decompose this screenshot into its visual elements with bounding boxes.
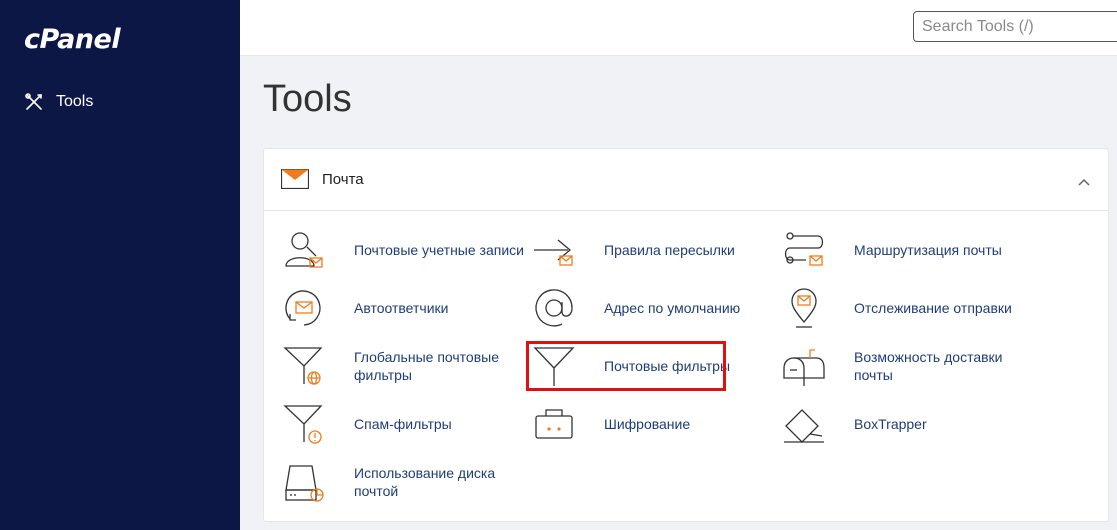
envelope-icon (280, 168, 310, 194)
tool-default-address[interactable]: Адрес по умолчанию (531, 285, 740, 331)
sidebar: cPanel Tools (0, 0, 240, 530)
email-accounts-icon (281, 227, 327, 273)
tools-icon (24, 92, 44, 112)
page-title: Tools (263, 78, 352, 120)
tool-label: Правила пересылки (604, 242, 735, 258)
mailbox-icon (781, 343, 827, 389)
tool-email-accounts[interactable]: Почтовые учетные записи (281, 227, 524, 273)
tool-spam-filters[interactable]: Спам-фильтры (281, 401, 452, 447)
autoresponders-icon (281, 285, 327, 331)
tool-autoresponders[interactable]: Автоответчики (281, 285, 448, 331)
tool-label: Маршрутизация почты (854, 242, 1002, 258)
sidebar-item-label: Tools (56, 93, 94, 110)
track-delivery-icon (781, 285, 827, 331)
tool-label: Возможность доставки почты (854, 349, 1003, 383)
sidebar-item-tools[interactable]: Tools (24, 92, 93, 112)
tool-track-delivery[interactable]: Отслеживание отправки (781, 285, 1012, 331)
global-filter-icon (281, 343, 327, 389)
cpanel-logo[interactable]: cPanel (24, 24, 121, 55)
boxtrapper-icon (781, 401, 827, 447)
tool-email-disk-usage[interactable]: Использование диска почтой (281, 459, 534, 505)
tool-email-filters[interactable]: Почтовые фильтры (531, 343, 730, 389)
tool-label: Адрес по умолчанию (604, 300, 741, 316)
disk-usage-icon (281, 459, 327, 505)
search-tools-input[interactable] (913, 11, 1117, 42)
tool-label: Шифрование (604, 416, 691, 432)
email-filter-icon (531, 343, 577, 389)
spam-filter-icon (281, 401, 327, 447)
tool-label: Спам-фильтры (354, 416, 452, 432)
top-bar (240, 0, 1117, 56)
at-sign-icon (531, 285, 577, 331)
tool-email-routing[interactable]: Маршрутизация почты (781, 227, 1002, 273)
tool-label: Почтовые фильтры (604, 358, 731, 374)
tool-encryption[interactable]: Шифрование (531, 401, 690, 447)
email-section-header[interactable]: Почта (264, 149, 1108, 211)
tool-label: Почтовые учетные записи (354, 242, 524, 258)
tool-label: BoxTrapper (854, 416, 927, 432)
tool-label: Отслеживание отправки (854, 300, 1012, 316)
tool-label: Использование диска почтой (354, 465, 496, 499)
section-title: Почта (322, 171, 364, 188)
forwarders-icon (531, 227, 577, 273)
chevron-up-icon[interactable] (1078, 173, 1090, 191)
tool-label: Автоответчики (354, 300, 449, 316)
tool-label: Глобальные почтовые фильтры (354, 349, 500, 383)
email-routing-icon (781, 227, 827, 273)
tool-forwarders[interactable]: Правила пересылки (531, 227, 735, 273)
encryption-icon (531, 401, 577, 447)
tool-email-deliverability[interactable]: Возможность доставки почты (781, 343, 1034, 389)
tool-boxtrapper[interactable]: BoxTrapper (781, 401, 927, 447)
tool-global-email-filters[interactable]: Глобальные почтовые фильтры (281, 343, 534, 389)
